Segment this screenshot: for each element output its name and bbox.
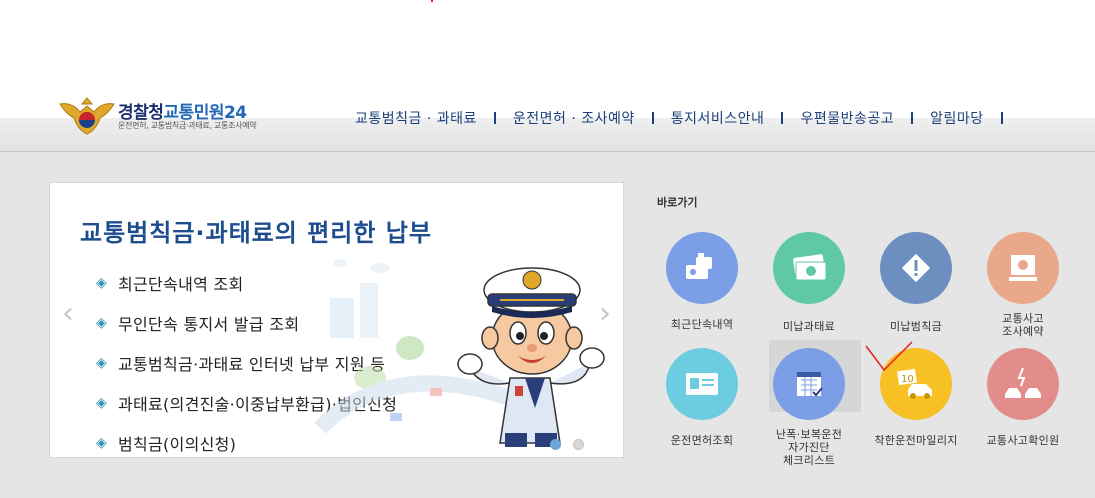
nav-divider: [781, 112, 784, 124]
main-nav: 교통범칙금 · 과태료 운전면허 · 조사예약 통지서비스안내 우편물반송공고 …: [346, 108, 1011, 128]
diamond-bullet-icon: ◈: [96, 435, 108, 451]
slide-indicator-2[interactable]: [573, 439, 584, 450]
nav-divider: [1000, 112, 1003, 124]
quick-license-lookup[interactable]: 운전면허조회: [652, 348, 752, 447]
accident-icon: [987, 348, 1059, 420]
camera-icon: [666, 232, 738, 304]
nav-returned-mail[interactable]: 우편물반송공고: [791, 108, 903, 128]
nav-notice-board[interactable]: 알림마당: [921, 108, 993, 128]
nav-license-reservation[interactable]: 운전면허 · 조사예약: [504, 108, 644, 128]
quick-links-title: 바로가기: [657, 196, 698, 209]
calendar-icon: [773, 348, 845, 420]
quick-reckless-driving-checklist[interactable]: 난폭·보복운전 자가진단 체크리스트: [759, 340, 861, 467]
red-checkmark-annotation-icon: [865, 341, 913, 372]
diamond-bullet-icon: ◈: [96, 275, 108, 291]
banner-next-arrow-icon[interactable]: ›: [595, 299, 615, 329]
logo-subtitle: 운전면허, 교통범칙금·과태료, 교통조사예약: [118, 121, 257, 130]
svg-text:10: 10: [901, 374, 914, 385]
quick-unpaid-penalty[interactable]: 미납범칙금: [866, 232, 966, 333]
license-icon: [666, 348, 738, 420]
banner-prev-arrow-icon[interactable]: ‹: [58, 299, 78, 329]
nav-divider: [911, 112, 914, 124]
quick-unpaid-fines[interactable]: 미납과태료: [759, 232, 859, 333]
diamond-bullet-icon: ◈: [96, 355, 108, 371]
quick-accident-certificate[interactable]: 교통사고확인원: [973, 348, 1073, 447]
main-banner[interactable]: 교통범칙금·과태료의 편리한 납부 ◈ 최근단속내역 조회 ◈ 무인단속 통지서 발…: [49, 182, 624, 458]
money-icon: [773, 232, 845, 304]
police-emblem-icon: [59, 97, 115, 135]
nav-divider: [493, 112, 496, 124]
diamond-bullet-icon: ◈: [96, 315, 108, 331]
site-logo[interactable]: 경찰청교통민원24 운전면허, 교통범칙금·과태료, 교통조사예약: [58, 96, 288, 138]
monitor-icon: [987, 232, 1059, 304]
nav-notification-service[interactable]: 통지서비스안내: [662, 108, 774, 128]
diamond-bullet-icon: ◈: [96, 395, 108, 411]
nav-fines[interactable]: 교통범칙금 · 과태료: [346, 108, 486, 128]
quick-recent-enforcement[interactable]: 최근단속내역: [652, 232, 752, 331]
police-mascot-illustration: [314, 259, 605, 447]
quick-accident-reservation[interactable]: 교통사고 조사예약: [973, 232, 1073, 338]
slide-indicator-1[interactable]: [550, 439, 561, 450]
warning-icon: [880, 232, 952, 304]
nav-divider: [651, 112, 654, 124]
stray-dot: [431, 0, 433, 2]
